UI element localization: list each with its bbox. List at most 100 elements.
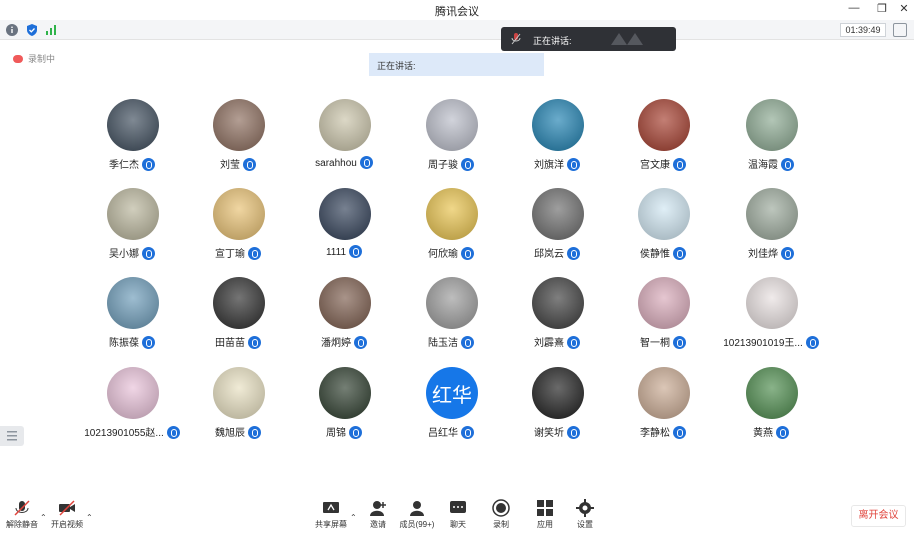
participant-name-row: 邱岚云 (502, 245, 612, 260)
participant-tile[interactable]: 何欣瑜 (396, 185, 506, 275)
apps-label: 应用 (537, 520, 553, 529)
participant-tile[interactable]: 10213901055赵... (77, 364, 187, 454)
participant-avatar (746, 367, 798, 419)
mic-status-icon (243, 158, 256, 171)
invite-button[interactable]: 邀请 (356, 499, 400, 530)
close-icon[interactable]: ✕ (896, 2, 912, 15)
participant-name: 刘旗洋 (534, 160, 564, 171)
recording-label: 录制中 (28, 54, 56, 64)
signal-icon[interactable] (45, 24, 57, 36)
participant-name-row: 侯静惟 (608, 245, 718, 260)
participant-tile[interactable]: sarahhou (289, 96, 399, 186)
participant-name-row: sarahhou (289, 156, 399, 169)
participant-tile[interactable]: 温海霞 (716, 96, 826, 186)
invite-icon (370, 501, 386, 516)
mic-status-icon (248, 426, 261, 439)
participant-name-row: 温海霞 (716, 156, 826, 171)
participant-name-row: 魏旭辰 (183, 424, 293, 439)
participant-tile[interactable]: 田苗苗 (183, 274, 293, 364)
participant-tile[interactable]: 邱岚云 (502, 185, 612, 275)
participant-name: sarahhou (315, 158, 357, 169)
members-icon (410, 501, 424, 516)
participant-tile[interactable]: 李静松 (608, 364, 718, 454)
members-button[interactable]: 成员(99+) (395, 499, 439, 530)
participant-name: 吴小娜 (109, 249, 139, 260)
participant-avatar (319, 188, 371, 240)
participant-tile[interactable]: 红华 吕红华 (396, 364, 506, 454)
participant-avatar (213, 277, 265, 329)
maximize-icon[interactable]: ❐ (874, 2, 890, 15)
participant-name: 田苗苗 (215, 338, 245, 349)
mic-status-icon (567, 336, 580, 349)
mic-status-icon (248, 336, 261, 349)
list-view-toggle[interactable] (0, 426, 24, 446)
participant-tile[interactable]: 智一桐 (608, 274, 718, 364)
participant-avatar (532, 277, 584, 329)
participant-tile[interactable]: 侯静惟 (608, 185, 718, 275)
window-title: 腾讯会议 (435, 6, 479, 18)
apps-button[interactable]: 应用 (523, 499, 567, 530)
settings-label: 设置 (577, 520, 593, 529)
participant-tile[interactable]: 周子骏 (396, 96, 506, 186)
record-icon (492, 499, 510, 517)
participant-name: 智一桐 (640, 338, 670, 349)
participant-tile[interactable]: 潘炯婷 (289, 274, 399, 364)
mic-status-icon (461, 336, 474, 349)
participant-tile[interactable]: 谢笑圻 (502, 364, 612, 454)
participant-name: 何欣瑜 (428, 249, 458, 260)
participant-name-row: 潘炯婷 (289, 334, 399, 349)
participant-name-row: 10213901019王... (716, 334, 826, 349)
participant-tile[interactable]: 刘旗洋 (502, 96, 612, 186)
participant-tile[interactable]: 季仁杰 (77, 96, 187, 186)
chat-button[interactable]: 聊天 (436, 499, 480, 530)
participant-tile[interactable]: 刘莹 (183, 96, 293, 186)
participant-tile[interactable]: 陈振葆 (77, 274, 187, 364)
participant-tile[interactable]: 刘霹熹 (502, 274, 612, 364)
unmute-button[interactable]: 解除静音 (0, 499, 44, 530)
participant-tile[interactable]: 吴小娜 (77, 185, 187, 275)
mic-status-icon (673, 247, 686, 260)
participant-name: 李静松 (640, 428, 670, 439)
participant-tile[interactable]: 陆玉洁 (396, 274, 506, 364)
participant-avatar (107, 367, 159, 419)
participant-tile[interactable]: 宣丁瑜 (183, 185, 293, 275)
mic-status-icon (567, 426, 580, 439)
participant-avatar (319, 367, 371, 419)
participant-name: 吕红华 (428, 428, 458, 439)
participant-name: 宣丁瑜 (215, 249, 245, 260)
participant-avatar (107, 99, 159, 151)
participant-avatar (638, 367, 690, 419)
participant-tile[interactable]: 1111 (289, 185, 399, 275)
participant-tile[interactable]: 宫文康 (608, 96, 718, 186)
video-button[interactable]: 开启视频 (45, 499, 89, 530)
fullscreen-icon[interactable] (893, 23, 907, 37)
mic-status-icon (673, 426, 686, 439)
speaking-banner-text: 正在讲话: (377, 61, 416, 71)
record-button[interactable]: 录制 (479, 499, 523, 530)
leave-meeting-button[interactable]: 离开会议 (851, 505, 906, 527)
video-options-icon[interactable]: ⌃ (86, 513, 93, 522)
participant-avatar (638, 99, 690, 151)
participant-tile[interactable]: 周锦 (289, 364, 399, 454)
participant-avatar (213, 99, 265, 151)
recording-indicator: 录制中 (13, 52, 55, 65)
mic-status-icon (461, 426, 474, 439)
participant-avatar (746, 99, 798, 151)
participant-avatar: 红华 (426, 367, 478, 419)
participant-name: 魏旭辰 (215, 428, 245, 439)
minimize-icon[interactable]: — (846, 2, 862, 14)
participant-tile[interactable]: 10213901019王... (716, 274, 826, 364)
record-label: 录制 (493, 520, 509, 529)
info-icon[interactable] (6, 24, 18, 36)
shield-icon[interactable] (26, 24, 38, 36)
share-screen-button[interactable]: 共享屏幕 (309, 499, 353, 530)
chat-label: 聊天 (450, 520, 466, 529)
participant-avatar (532, 99, 584, 151)
participant-tile[interactable]: 刘佳烨 (716, 185, 826, 275)
participant-name: 潘炯婷 (321, 338, 351, 349)
top-toolbar: 01:39:49 (0, 20, 914, 40)
participant-tile[interactable]: 黄燕 (716, 364, 826, 454)
participant-name: 陆玉洁 (428, 338, 458, 349)
participant-tile[interactable]: 魏旭辰 (183, 364, 293, 454)
settings-button[interactable]: 设置 (563, 499, 607, 530)
